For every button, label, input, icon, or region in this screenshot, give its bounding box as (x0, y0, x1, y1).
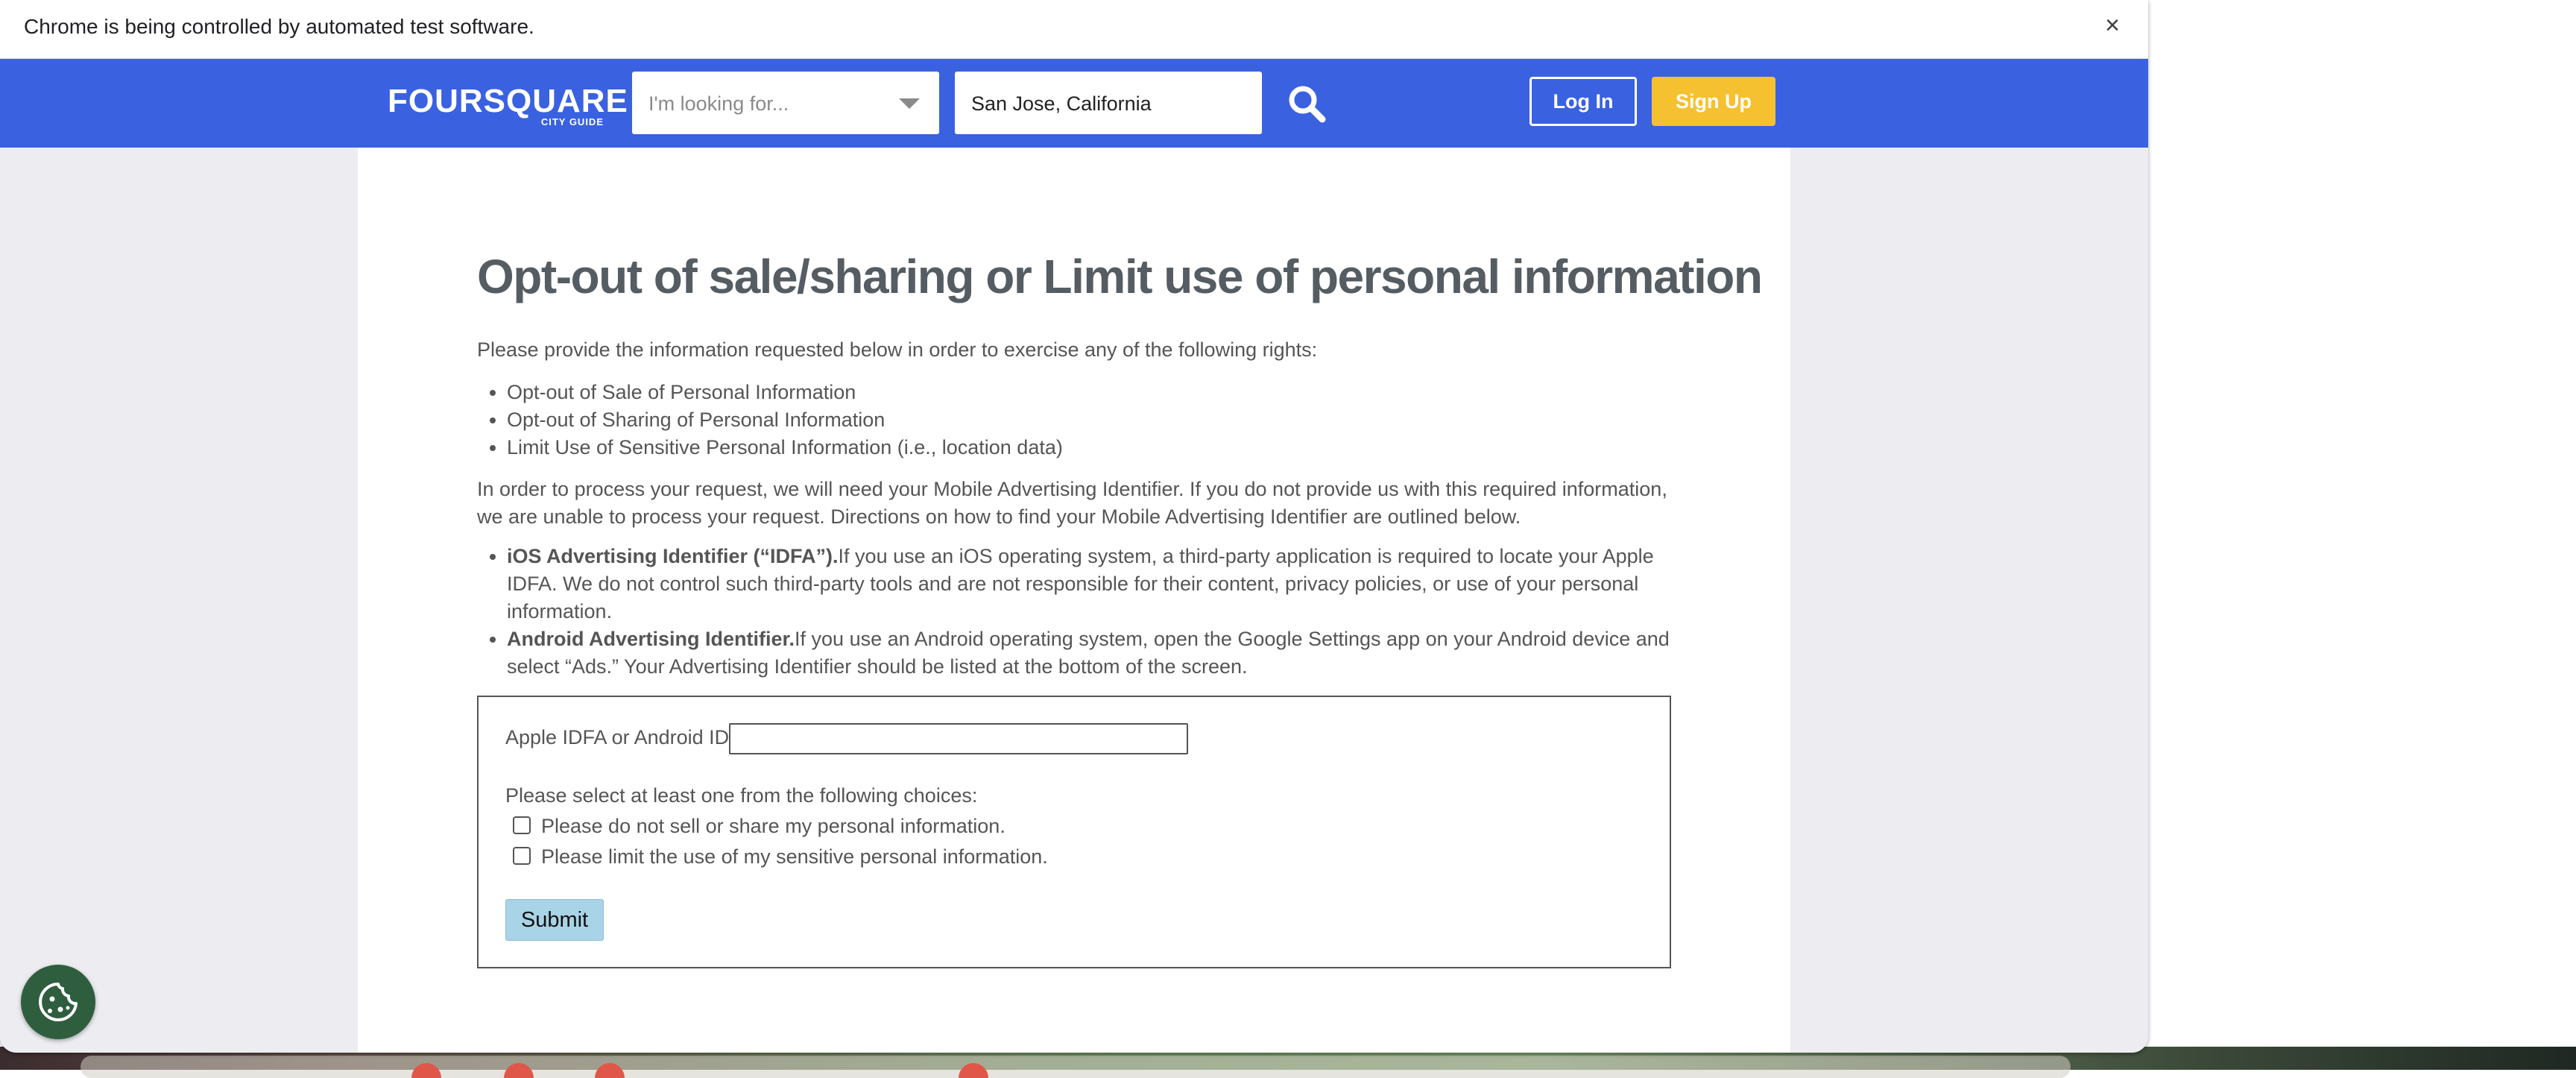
limit-use-label[interactable]: Please limit the use of my sensitive per… (541, 845, 1048, 869)
search-icon (1289, 86, 1326, 123)
logo-subtitle: CITY GUIDE (540, 116, 604, 127)
desktop-area (2148, 0, 2576, 1047)
logo-text: FOURSQUARE (388, 83, 628, 119)
cookie-settings-button[interactable] (21, 965, 95, 1039)
idfa-input[interactable] (729, 723, 1188, 754)
page-title: Opt-out of sale/sharing or Limit use of … (477, 250, 1763, 303)
list-item: iOS Advertising Identifier (“IDFA”).If y… (507, 543, 1707, 625)
infobar-message: Chrome is being controlled by automated … (24, 15, 534, 38)
cookie-icon (39, 983, 78, 1021)
do-not-sell-label[interactable]: Please do not sell or share my personal … (541, 815, 1006, 838)
limit-use-checkbox[interactable] (513, 847, 531, 865)
category-search-dropdown[interactable]: I'm looking for... (632, 72, 939, 134)
page-gutter-left (0, 148, 358, 1053)
close-icon[interactable]: × (2097, 10, 2127, 40)
list-item: Opt-out of Sharing of Personal Informati… (507, 406, 1063, 434)
submit-button[interactable]: Submit (505, 899, 604, 941)
foursquare-logo[interactable]: FOURSQUARE CITY GUIDE (388, 83, 628, 128)
ios-heading: iOS Advertising Identifier (“IDFA”). (507, 545, 839, 567)
automation-infobar: Chrome is being controlled by automated … (0, 0, 2148, 59)
browser-window: Chrome is being controlled by automated … (0, 0, 2148, 1053)
list-item: Opt-out of Sale of Personal Information (507, 379, 1063, 406)
android-heading: Android Advertising Identifier. (507, 628, 795, 650)
intro-text: Please provide the information requested… (477, 338, 1318, 361)
category-search-placeholder: I'm looking for... (648, 92, 789, 115)
dock (80, 1056, 2071, 1078)
location-input[interactable]: San Jose, California (955, 72, 1262, 134)
identifier-list: iOS Advertising Identifier (“IDFA”).If y… (477, 543, 1707, 681)
login-button[interactable]: Log In (1530, 77, 1637, 126)
identifier-instructions: In order to process your request, we wil… (477, 478, 1667, 528)
search-button[interactable] (1285, 82, 1328, 125)
list-item: Android Advertising Identifier.If you us… (507, 625, 1707, 681)
do-not-sell-checkbox[interactable] (513, 816, 531, 834)
page-gutter-right (1790, 148, 2148, 1053)
list-item: Limit Use of Sensitive Personal Informat… (507, 434, 1063, 461)
choices-label: Please select at least one from the foll… (505, 784, 978, 807)
chevron-down-icon (899, 98, 920, 109)
rights-list: Opt-out of Sale of Personal Information … (477, 379, 1063, 461)
signup-button[interactable]: Sign Up (1652, 77, 1775, 126)
idfa-label: Apple IDFA or Android ID (505, 726, 730, 748)
location-value: San Jose, California (971, 92, 1152, 115)
